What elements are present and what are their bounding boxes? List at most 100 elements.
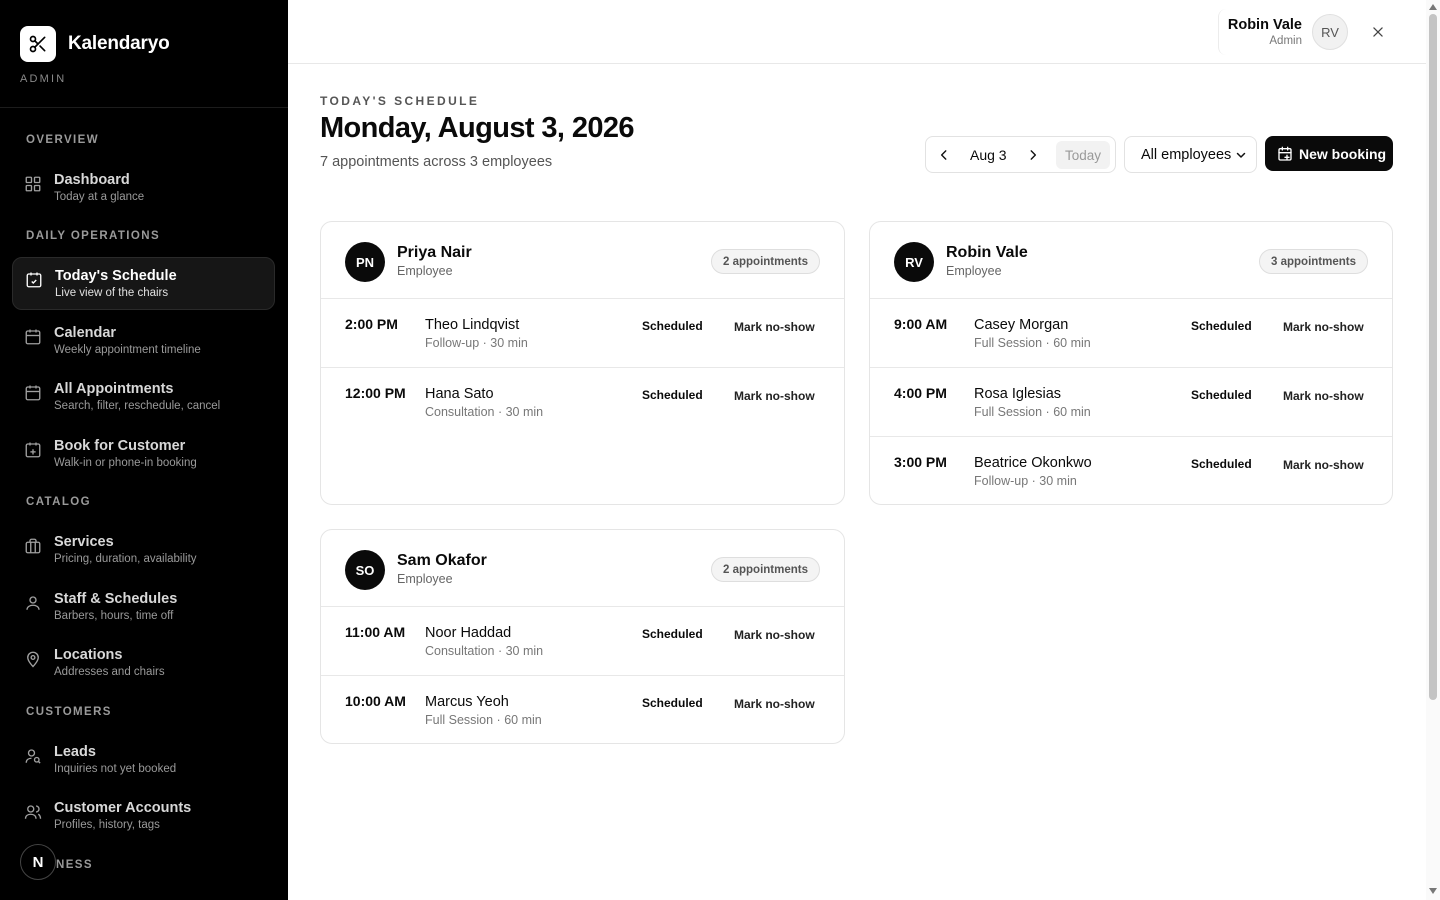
sidebar-item-label: Calendar: [54, 325, 117, 341]
appointment-time: 2:00 PM: [345, 316, 398, 332]
scroll-thumb[interactable]: [1429, 14, 1437, 700]
appointment-time: 3:00 PM: [894, 454, 947, 470]
new-booking-label: New booking: [1299, 145, 1387, 162]
user-role: Admin: [1269, 35, 1302, 47]
status-badge: Scheduled: [642, 627, 703, 641]
sidebar-item-label: Dashboard: [54, 172, 130, 188]
employee-card-header: PN Priya Nair Employee 2 appointments: [321, 222, 844, 299]
customer-name[interactable]: Theo Lindqvist: [425, 317, 519, 333]
top-bar: Robin Vale Admin RV: [288, 0, 1426, 64]
mark-no-show-button[interactable]: Mark no-show: [734, 389, 815, 403]
grid-icon: [25, 176, 41, 192]
today-button[interactable]: Today: [1056, 141, 1110, 169]
appointment-time: 10:00 AM: [345, 693, 406, 709]
appointment-row: 4:00 PM Rosa Iglesias Full Session · 60 …: [870, 368, 1392, 437]
sidebar-item-label: Leads: [54, 744, 96, 760]
customer-name[interactable]: Hana Sato: [425, 386, 494, 402]
employee-role: Employee: [946, 264, 1002, 278]
chevron-left-icon: [940, 150, 947, 160]
employee-filter-value: All employees: [1141, 146, 1232, 163]
appointment-row: 10:00 AM Marcus Yeoh Full Session · 60 m…: [321, 676, 844, 743]
service-detail: Full Session · 60 min: [974, 405, 1091, 419]
new-booking-button[interactable]: New booking: [1265, 136, 1393, 171]
sidebar-item-customer-accounts[interactable]: Customer Accounts Profiles, history, tag…: [12, 790, 275, 843]
previous-day-button[interactable]: [935, 146, 953, 164]
status-badge: Scheduled: [1191, 388, 1252, 402]
dev-indicator-button[interactable]: N: [20, 844, 56, 880]
customer-name[interactable]: Marcus Yeoh: [425, 694, 509, 710]
sidebar-item-locations[interactable]: Locations Addresses and chairs: [12, 637, 275, 690]
avatar: PN: [345, 242, 385, 282]
avatar[interactable]: RV: [1312, 14, 1348, 50]
sidebar-item-book-for-customer[interactable]: Book for Customer Walk-in or phone-in bo…: [12, 428, 275, 481]
sidebar-item-desc: Weekly appointment timeline: [54, 344, 201, 356]
current-date: Aug 3: [970, 147, 1007, 163]
scissors-icon: [20, 26, 56, 62]
scrollbar[interactable]: [1426, 0, 1440, 900]
service-detail: Follow-up · 30 min: [974, 474, 1077, 488]
appointment-count-badge: 2 appointments: [711, 557, 820, 582]
service-detail: Consultation · 30 min: [425, 644, 544, 658]
customer-name[interactable]: Rosa Iglesias: [974, 386, 1061, 402]
appointment-row: 2:00 PM Theo Lindqvist Follow-up · 30 mi…: [321, 299, 844, 368]
sidebar-item-todays-schedule[interactable]: Today's Schedule Live view of the chairs: [12, 257, 275, 310]
calendar-icon: [25, 385, 41, 401]
mark-no-show-button[interactable]: Mark no-show: [734, 697, 815, 711]
calendar-plus-icon: [1278, 146, 1292, 161]
mark-no-show-button[interactable]: Mark no-show: [1283, 320, 1364, 334]
sidebar-item-label: Staff & Schedules: [54, 591, 178, 607]
appointment-row: 11:00 AM Noor Haddad Consultation · 30 m…: [321, 607, 844, 676]
employee-card-header: RV Robin Vale Employee 3 appointments: [870, 222, 1392, 299]
close-icon: [1373, 27, 1383, 37]
sidebar-item-leads[interactable]: Leads Inquiries not yet booked: [12, 734, 275, 787]
sidebar-item-label: Services: [54, 534, 114, 550]
customer-name[interactable]: Noor Haddad: [425, 625, 511, 641]
sidebar-item-calendar[interactable]: Calendar Weekly appointment timeline: [12, 315, 275, 368]
next-day-button[interactable]: [1024, 146, 1042, 164]
scroll-up-arrow[interactable]: [1429, 4, 1437, 10]
brand-subtitle: ADMIN: [20, 73, 67, 85]
status-badge: Scheduled: [642, 696, 703, 710]
appointment-row: 3:00 PM Beatrice Okonkwo Follow-up · 30 …: [870, 437, 1392, 504]
employee-role: Employee: [397, 572, 453, 586]
sidebar: Kalendaryo ADMIN OVERVIEW Dashboard Toda…: [0, 0, 288, 900]
customer-name[interactable]: Beatrice Okonkwo: [974, 455, 1092, 471]
user-menu[interactable]: Robin Vale Admin RV: [1218, 9, 1426, 55]
sidebar-item-desc: Search, filter, reschedule, cancel: [54, 400, 221, 412]
chevron-right-icon: [1030, 150, 1037, 160]
sidebar-item-label: Today's Schedule: [55, 268, 177, 284]
mark-no-show-button[interactable]: Mark no-show: [734, 628, 815, 642]
sidebar-item-all-appointments[interactable]: All Appointments Search, filter, resched…: [12, 371, 275, 424]
appointment-time: 11:00 AM: [345, 624, 406, 640]
customer-name[interactable]: Casey Morgan: [974, 317, 1068, 333]
employee-filter-select[interactable]: All employees: [1124, 136, 1257, 173]
sidebar-item-label: All Appointments: [54, 381, 174, 397]
sidebar-item-dashboard[interactable]: Dashboard Today at a glance: [12, 162, 275, 215]
sidebar-item-desc: Inquiries not yet booked: [54, 763, 177, 775]
sidebar-item-staff-schedules[interactable]: Staff & Schedules Barbers, hours, time o…: [12, 581, 275, 634]
service-detail: Consultation · 30 min: [425, 405, 544, 419]
sidebar-item-label: Customer Accounts: [54, 800, 192, 816]
mark-no-show-button[interactable]: Mark no-show: [734, 320, 815, 334]
employee-role: Employee: [397, 264, 453, 278]
mark-no-show-button[interactable]: Mark no-show: [1283, 458, 1364, 472]
employee-name: Sam Okafor: [397, 552, 487, 569]
sidebar-item-desc: Pricing, duration, availability: [54, 553, 197, 565]
calendar-plus-icon: [25, 442, 41, 458]
calendar-check-icon: [26, 272, 42, 288]
scroll-down-arrow[interactable]: [1429, 888, 1437, 894]
sidebar-item-desc: Addresses and chairs: [54, 666, 165, 678]
close-button[interactable]: [1368, 22, 1388, 42]
appointment-time: 12:00 PM: [345, 385, 406, 401]
brand[interactable]: Kalendaryo: [20, 26, 170, 62]
status-badge: Scheduled: [1191, 457, 1252, 471]
sidebar-item-services[interactable]: Services Pricing, duration, availability: [12, 524, 275, 577]
mark-no-show-button[interactable]: Mark no-show: [1283, 389, 1364, 403]
sidebar-item-desc: Barbers, hours, time off: [54, 610, 174, 622]
status-badge: Scheduled: [1191, 319, 1252, 333]
appointment-row: 12:00 PM Hana Sato Consultation · 30 min…: [321, 368, 844, 437]
employee-name: Robin Vale: [946, 244, 1028, 261]
nav-section-catalog: CATALOG: [26, 496, 91, 508]
user-icon: [26, 596, 40, 610]
sidebar-item-desc: Profiles, history, tags: [54, 819, 160, 831]
